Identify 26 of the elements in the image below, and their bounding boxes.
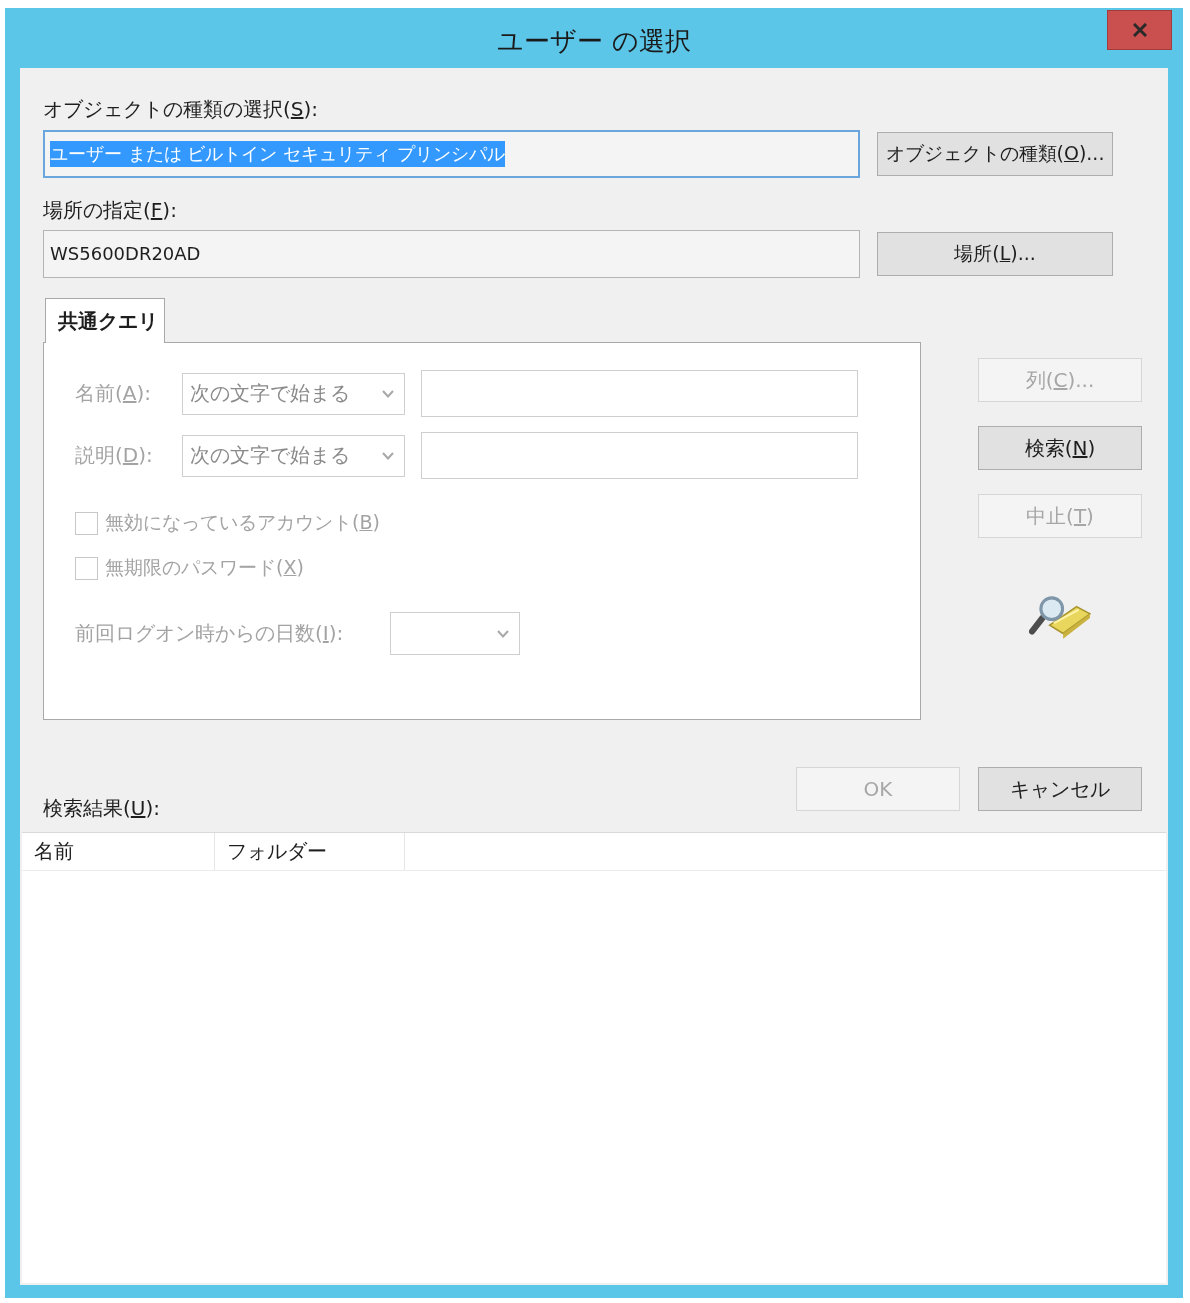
- checkbox-label: 無効になっているアカウント(B): [105, 510, 380, 535]
- object-type-label: オブジェクトの種類の選択(S):: [43, 97, 319, 121]
- chevron-icon: [497, 629, 509, 638]
- results-label: 検索結果(U):: [43, 796, 160, 820]
- object-type-button[interactable]: オブジェクトの種類(O)...: [877, 132, 1113, 176]
- close-icon: [1132, 23, 1147, 37]
- location-button[interactable]: 場所(L)...: [877, 232, 1113, 276]
- chevron-icon: [382, 451, 394, 460]
- field-label: 名前(A):: [75, 380, 152, 407]
- column-header[interactable]: 名前: [22, 833, 215, 870]
- text-field[interactable]: [421, 370, 858, 417]
- results-list[interactable]: 名前 フォルダー: [22, 832, 1166, 1283]
- cancel-button[interactable]: キャンセル: [978, 767, 1142, 811]
- checkbox-label: 無期限のパスワード(X): [105, 555, 304, 580]
- close-button[interactable]: [1107, 10, 1172, 50]
- chevron-icon: [382, 389, 394, 398]
- location-label: 場所の指定(F):: [43, 198, 177, 222]
- tab[interactable]: 共通クエリ: [45, 298, 165, 343]
- field-label: 説明(D):: [75, 442, 153, 469]
- window-title: ユーザー の選択: [497, 26, 691, 56]
- text-field[interactable]: [421, 432, 858, 479]
- column-header[interactable]: フォルダー: [215, 833, 405, 870]
- search-button[interactable]: 検索(N): [978, 426, 1142, 470]
- location-field[interactable]: WS5600DR20AD: [43, 230, 860, 278]
- search-icon: [1029, 596, 1091, 640]
- field-label: 前回ログオン時からの日数(I):: [75, 620, 344, 647]
